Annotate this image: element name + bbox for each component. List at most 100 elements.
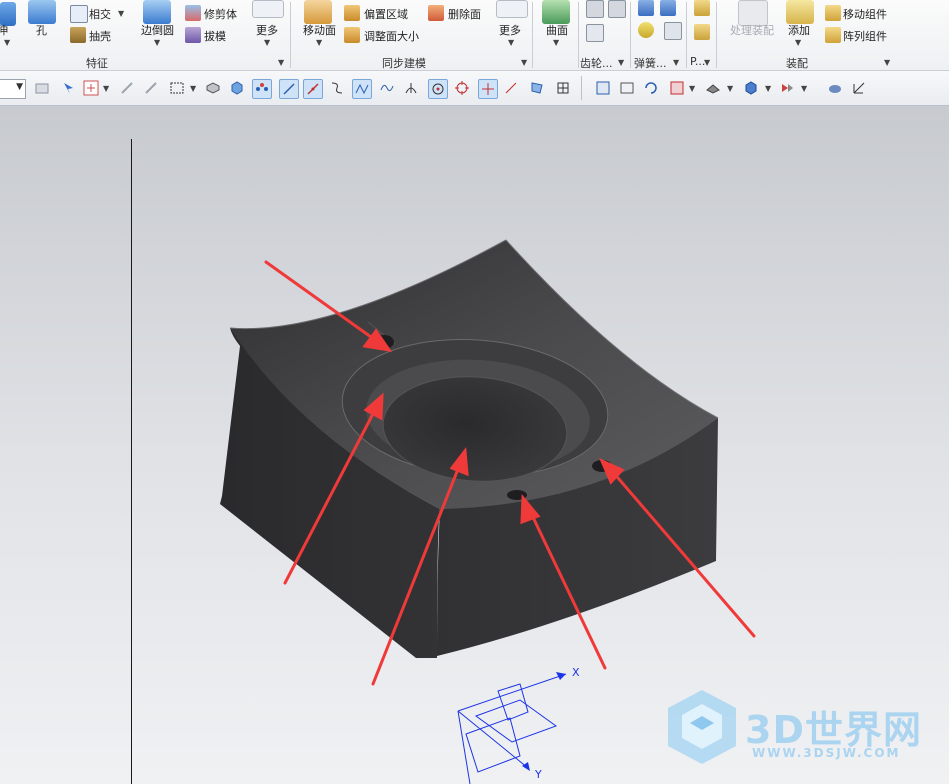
edge-blend-dropdown-icon[interactable]: ▼: [154, 38, 160, 47]
intersect-snap-icon[interactable]: [402, 79, 420, 97]
tangent-snap-icon[interactable]: [502, 79, 520, 97]
delete-face-button[interactable]: 删除面: [448, 6, 481, 22]
snap-point-icon[interactable]: [252, 79, 272, 99]
select-dropdown-icon[interactable]: ▼: [103, 84, 109, 93]
group-separator: [578, 2, 579, 68]
pick-tool-icon[interactable]: [60, 79, 78, 97]
chevron-down-icon: ▼: [16, 82, 23, 92]
add-component-dropdown-icon[interactable]: ▼: [795, 38, 801, 47]
wcs-icon[interactable]: [850, 79, 868, 97]
hole-button[interactable]: 孔: [36, 22, 47, 38]
gear-tool-icon[interactable]: [586, 0, 604, 18]
move-component-button[interactable]: 移动组件: [843, 6, 887, 22]
move-face-dropdown-icon[interactable]: ▼: [316, 38, 322, 47]
spring-tool-4-icon[interactable]: [664, 22, 682, 40]
add-component-button[interactable]: 添加: [788, 22, 810, 38]
body-select-icon[interactable]: [228, 79, 246, 97]
group-gear-dropdown-icon[interactable]: ▼: [618, 58, 624, 67]
shell-icon[interactable]: [70, 27, 86, 43]
offset-region-button[interactable]: 偏置区域: [364, 6, 408, 22]
feature-more-button[interactable]: 更多: [256, 22, 278, 38]
rotate-view-icon[interactable]: [642, 79, 660, 97]
surface-dropdown-icon[interactable]: ▼: [553, 38, 559, 47]
face-snap-icon[interactable]: [528, 79, 546, 97]
edge-blend-icon[interactable]: [143, 0, 171, 24]
trim-body-icon[interactable]: [185, 5, 201, 21]
add-component-icon[interactable]: [786, 0, 814, 24]
shaded-view-dropdown-icon[interactable]: ▼: [765, 84, 771, 93]
intersect-dropdown-icon[interactable]: ▼: [118, 9, 124, 18]
offset-region-icon[interactable]: [344, 5, 360, 21]
line-snap-icon[interactable]: [279, 79, 299, 99]
spring-tool-3-icon[interactable]: [638, 22, 654, 38]
move-face-button[interactable]: 移动面: [303, 22, 336, 38]
shell-button[interactable]: 抽壳: [89, 28, 111, 44]
x-axis-arrow-icon: [556, 672, 566, 680]
hole-icon[interactable]: [28, 0, 56, 24]
draft-icon[interactable]: [185, 27, 201, 43]
sync-more-button[interactable]: 更多: [499, 22, 521, 38]
render-style-dropdown-icon[interactable]: ▼: [727, 84, 733, 93]
group-p-dropdown-icon[interactable]: ▼: [704, 58, 710, 67]
filter-dropdown[interactable]: ▼: [0, 79, 26, 99]
sync-more-dropdown-icon[interactable]: ▼: [508, 38, 514, 47]
measure-tool-icon[interactable]: [118, 79, 136, 97]
p-tool-icon[interactable]: [694, 0, 710, 16]
resize-face-button[interactable]: 调整面大小: [364, 28, 419, 44]
sync-more-icon[interactable]: [496, 0, 528, 18]
shaded-view-icon[interactable]: [742, 79, 760, 97]
snap-tool-icon[interactable]: [33, 79, 51, 97]
box-select-dropdown-icon[interactable]: ▼: [190, 84, 196, 93]
group-spring-dropdown-icon[interactable]: ▼: [673, 58, 679, 67]
resize-face-icon[interactable]: [344, 27, 360, 43]
solid-select-icon[interactable]: [204, 79, 222, 97]
feature-more-icon[interactable]: [252, 0, 284, 18]
wave-snap-icon[interactable]: [378, 79, 396, 97]
view-zoom-icon[interactable]: [618, 79, 636, 97]
dropdown-arrow-icon[interactable]: ▼: [4, 38, 10, 47]
center-snap-icon[interactable]: [428, 79, 448, 99]
move-face-icon[interactable]: [304, 0, 332, 24]
graphics-viewport[interactable]: X Y 3D世界网 WWW.3DSJW.COM: [0, 106, 949, 784]
view-fit-icon[interactable]: [594, 79, 612, 97]
group-assembly-dropdown-icon[interactable]: ▼: [884, 58, 890, 67]
gear-tool-3-icon[interactable]: [586, 24, 604, 42]
quadrant-snap-icon[interactable]: [453, 79, 471, 97]
group-feature-dropdown-icon[interactable]: ▼: [278, 58, 284, 67]
section-view-dropdown-icon[interactable]: ▼: [801, 84, 807, 93]
point-snap-icon[interactable]: [478, 79, 498, 99]
orient-view-dropdown-icon[interactable]: ▼: [689, 84, 695, 93]
move-component-icon[interactable]: [825, 5, 841, 21]
surface-button[interactable]: 曲面: [546, 22, 568, 38]
render-style-icon[interactable]: [704, 79, 722, 97]
group-sync-dropdown-icon[interactable]: ▼: [521, 58, 527, 67]
group-separator: [290, 2, 291, 68]
p-tool-2-icon[interactable]: [694, 24, 710, 40]
extrude-button[interactable]: 拉伸: [0, 22, 8, 38]
surface-icon[interactable]: [542, 0, 570, 24]
delete-face-icon[interactable]: [428, 5, 444, 21]
intersect-button[interactable]: 相交: [89, 6, 111, 22]
array-component-icon[interactable]: [825, 27, 841, 43]
draft-button[interactable]: 拔模: [204, 28, 226, 44]
y-axis-arrow-icon: [522, 762, 530, 771]
gear-tool-2-icon[interactable]: [608, 0, 626, 18]
curve-snap-icon[interactable]: [328, 79, 346, 97]
trim-body-button[interactable]: 修剪体: [204, 6, 237, 22]
edge-blend-button[interactable]: 边倒圆: [141, 22, 174, 38]
spring-tool-icon[interactable]: [638, 0, 654, 16]
intersect-icon[interactable]: [70, 5, 88, 23]
section-view-icon[interactable]: [778, 79, 796, 97]
select-plus-icon[interactable]: [82, 79, 100, 97]
orient-view-icon[interactable]: [668, 79, 686, 97]
grid-snap-icon[interactable]: [554, 79, 572, 97]
process-assembly-button[interactable]: 处理装配: [730, 22, 774, 38]
spring-tool-2-icon[interactable]: [660, 0, 676, 16]
line-snap-2-icon[interactable]: [303, 79, 323, 99]
feature-more-dropdown-icon[interactable]: ▼: [264, 38, 270, 47]
spline-snap-icon[interactable]: [352, 79, 372, 99]
edit-section-icon[interactable]: [826, 79, 844, 97]
measure-tool-2-icon[interactable]: [142, 79, 160, 97]
array-component-button[interactable]: 阵列组件: [843, 28, 887, 44]
box-select-icon[interactable]: [168, 79, 186, 97]
